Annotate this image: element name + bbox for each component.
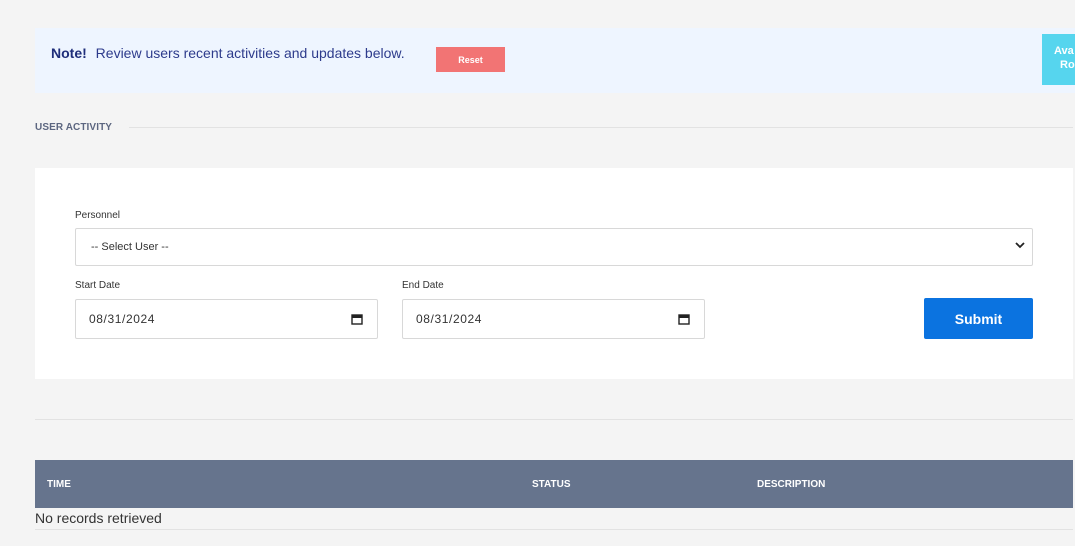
end-date-input[interactable]: 08/31/2024 — [402, 299, 705, 339]
column-header-time: TIME — [47, 479, 71, 490]
personnel-select[interactable]: -- Select User -- — [75, 228, 1033, 266]
column-header-description: DESCRIPTION — [757, 479, 826, 490]
end-date-label: End Date — [402, 280, 444, 291]
end-date-value: 08/31/2024 — [416, 312, 483, 326]
start-date-value: 08/31/2024 — [89, 312, 156, 326]
section-divider — [129, 127, 1073, 128]
note-alert: Note! Review users recent activities and… — [35, 28, 1075, 93]
calendar-icon[interactable] — [351, 313, 363, 328]
side-button-line1: Ava — [1054, 45, 1074, 57]
note-label: Note! — [51, 45, 87, 61]
content-divider — [35, 419, 1073, 420]
side-action-button[interactable]: Ava Ro — [1042, 34, 1075, 85]
chevron-down-icon — [1014, 239, 1026, 254]
activity-table-header: TIME STATUS DESCRIPTION — [35, 460, 1073, 508]
section-title: USER ACTIVITY — [35, 122, 113, 133]
table-empty-row: No records retrieved — [35, 508, 1073, 530]
calendar-icon[interactable] — [678, 313, 690, 328]
personnel-label: Personnel — [75, 210, 121, 221]
start-date-label: Start Date — [75, 280, 121, 291]
user-activity-page: Note! Review users recent activities and… — [0, 0, 1075, 546]
alert-text: Note! Review users recent activities and… — [51, 45, 405, 61]
personnel-select-value: -- Select User -- — [91, 241, 169, 253]
reset-button[interactable]: Reset — [436, 47, 505, 72]
alert-message: Review users recent activities and updat… — [95, 45, 405, 61]
side-button-line2: Ro — [1060, 59, 1075, 71]
filter-form-card: Personnel -- Select User -- Start Date 0… — [35, 168, 1073, 379]
submit-button[interactable]: Submit — [924, 298, 1033, 339]
empty-message: No records retrieved — [35, 510, 162, 526]
start-date-input[interactable]: 08/31/2024 — [75, 299, 378, 339]
column-header-status: STATUS — [532, 479, 571, 490]
